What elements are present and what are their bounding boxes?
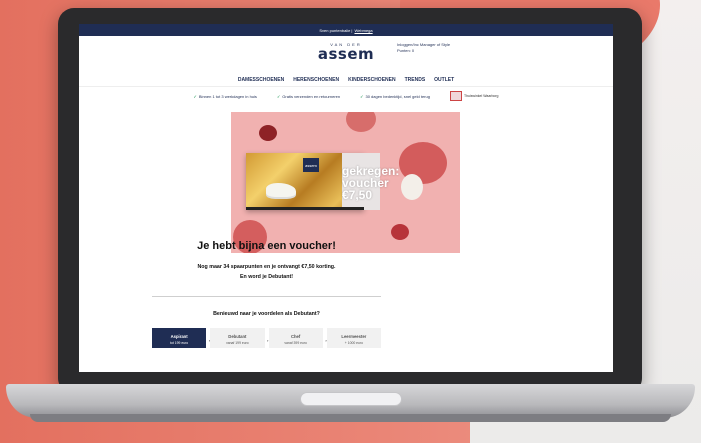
tier-steps: Aspirant tot 199 euro › Debutant vanaf 1… <box>152 328 381 348</box>
home-icon <box>449 91 462 101</box>
lychee-flesh <box>401 174 423 200</box>
tier-name: Aspirant <box>170 334 188 339</box>
tier-name: Leermeester <box>341 334 367 339</box>
usp-bar: ✓ Binnen 1 tot 3 werkdagen in huis ✓ Gra… <box>79 86 613 105</box>
divider <box>152 296 381 297</box>
nav-item-outlet[interactable]: OUTLET <box>434 77 454 83</box>
tier-aspirant[interactable]: Aspirant tot 199 euro › <box>152 328 210 348</box>
tier-sub: + 1000 euro <box>344 341 363 345</box>
nav-item-dames[interactable]: DAMESSCHOENEN <box>238 77 284 83</box>
benefits-question: Benieuwd naar je voordelen als Debutant? <box>213 311 320 317</box>
tier-name: Debutant <box>228 334 247 339</box>
topbar-text: Sven puntenbalie | <box>319 27 353 33</box>
tier-name: Chef <box>290 334 301 339</box>
badge-text: Thuiswinkel Waarborg <box>463 94 499 98</box>
lychee-fruit <box>259 125 277 141</box>
email-header: VAN DER assem Inloggen/Inc Manager of St… <box>79 36 613 86</box>
check-icon: ✓ <box>276 93 281 99</box>
hero-image[interactable]: assem gekregen: voucher €7,50 <box>231 112 460 253</box>
lychee-fruit <box>391 224 409 240</box>
card-text: gekregen: voucher €7,50 <box>342 164 400 202</box>
tier-sub: vanaf 399 euro <box>284 341 307 345</box>
brand-logo[interactable]: assem <box>79 45 613 63</box>
trust-badge[interactable]: Thuiswinkel Waarborg <box>449 91 499 101</box>
card-logo: assem <box>303 158 319 172</box>
card-footer <box>246 207 364 210</box>
laptop-base-edge <box>30 414 671 422</box>
tier-debutant[interactable]: Debutant vanaf 199 euro › <box>210 328 269 348</box>
greeting-line2: Punten: 0 <box>397 48 415 53</box>
nav-item-heren[interactable]: HERENSCHOENEN <box>293 77 339 83</box>
usp-item: ✓ Binnen 1 tot 3 werkdagen in huis <box>194 94 257 99</box>
greeting-block: Inloggen/Inc Manager of Style Punten: 0 <box>397 42 469 54</box>
tier-sub: tot 199 euro <box>170 341 189 345</box>
usp-text: Binnen 1 tot 3 werkdagen in huis <box>198 93 257 99</box>
check-icon: ✓ <box>193 93 197 99</box>
page-title: Je hebt bijna een voucher! <box>197 240 336 252</box>
nav-item-trends[interactable]: TRENDS <box>405 77 426 83</box>
tier-chef[interactable]: Chef vanaf 399 euro › <box>268 328 327 348</box>
usp-text: 30 dagen bedenktijd, snel geld terug <box>365 93 430 99</box>
tier-leermeester[interactable]: Leermeester + 1000 euro <box>326 328 381 348</box>
usp-item: ✓ 30 dagen bedenktijd, snel geld terug <box>360 94 430 99</box>
nav-item-kinder[interactable]: KINDERSCHOENEN <box>348 77 396 83</box>
sneaker-image <box>266 183 296 197</box>
usp-text: Gratis verzenden en retourneren <box>282 93 341 99</box>
usp-item: ✓ Gratis verzenden en retourneren <box>277 94 340 99</box>
laptop-notch <box>300 392 402 406</box>
email-topbar: Sven puntenbalie | Webmega <box>79 24 613 36</box>
tier-sub: vanaf 199 euro <box>226 341 249 345</box>
topbar-link[interactable]: Webmega <box>354 28 372 33</box>
body-text: En word je Debutant! <box>240 274 293 280</box>
voucher-card: assem gekregen: voucher €7,50 <box>246 153 399 210</box>
body-text: Nog maar 34 spaarpunten en je ontvangt €… <box>197 264 336 270</box>
laptop-screen: Sven puntenbalie | Webmega VAN DER assem… <box>79 24 613 372</box>
lychee-fruit <box>346 112 376 132</box>
check-icon: ✓ <box>360 93 364 99</box>
main-nav: DAMESSCHOENEN HERENSCHOENEN KINDERSCHOEN… <box>79 77 613 83</box>
